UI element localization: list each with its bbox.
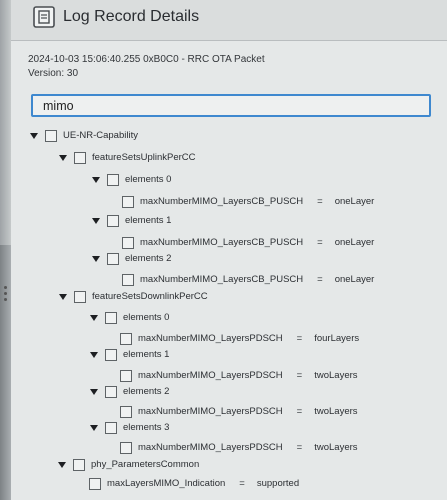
checkbox[interactable] [89,477,101,490]
tree-node-uplink[interactable]: featureSetsUplinkPerCC [59,149,196,164]
tree-leaf-field[interactable]: maxLayersMIMO_Indication = supported [89,475,300,490]
field-name: maxNumberMIMO_LayersPDSCH [138,333,283,345]
expand-arrow-icon[interactable] [59,154,67,161]
tree-node-downlink-element[interactable]: elements 3 [90,419,170,434]
expand-arrow-icon[interactable] [59,293,67,300]
tree-leaf-field[interactable]: maxNumberMIMO_LayersPDSCH = twoLayers [120,403,358,418]
window-title: Log Record Details [63,8,200,25]
field-name: maxNumberMIMO_LayersCB_PUSCH [140,196,304,208]
equals-sign: = [296,442,303,454]
checkbox[interactable] [107,252,119,265]
expand-arrow-icon[interactable] [90,388,98,395]
tree-node-downlink-element[interactable]: elements 1 [90,346,170,361]
expand-arrow-icon[interactable] [30,132,38,139]
checkbox[interactable] [120,332,132,345]
tree-node-label: elements 2 [123,386,170,398]
checkbox[interactable] [122,236,134,249]
log-details-icon [33,6,55,28]
checkbox[interactable] [107,173,119,186]
equals-sign: = [317,237,323,249]
details-panel: 2024-10-03 15:06:40.255 0xB0C0 - RRC OTA… [11,41,447,500]
tree-leaf-field[interactable]: maxNumberMIMO_LayersCB_PUSCH = oneLayer [122,271,375,286]
expand-arrow-icon[interactable] [92,176,100,183]
field-value: fourLayers [314,333,360,345]
equals-sign: = [296,370,303,382]
field-value: twoLayers [314,370,358,382]
tree-node-label: elements 2 [125,253,172,265]
expand-arrow-icon[interactable] [92,217,100,224]
checkbox[interactable] [45,129,57,142]
expand-arrow-icon[interactable] [90,424,98,431]
record-header: 2024-10-03 15:06:40.255 0xB0C0 - RRC OTA… [28,54,265,65]
field-name: maxNumberMIMO_LayersPDSCH [138,442,283,454]
checkbox[interactable] [105,311,117,324]
checkbox[interactable] [120,369,132,382]
tree-node-label: elements 3 [123,422,170,434]
checkbox[interactable] [105,348,117,361]
checkbox[interactable] [74,290,86,303]
checkbox[interactable] [122,195,134,208]
field-name: maxNumberMIMO_LayersCB_PUSCH [140,237,304,249]
resize-grip-dot[interactable] [4,298,7,301]
tree-node-label: elements 0 [125,174,172,186]
tree-node-label: phy_ParametersCommon [91,459,200,471]
checkbox[interactable] [73,458,85,471]
field-value: oneLayer [334,237,375,249]
checkbox[interactable] [120,441,132,454]
field-value: oneLayer [334,274,375,286]
tree-leaf-field[interactable]: maxNumberMIMO_LayersCB_PUSCH = oneLayer [122,234,375,249]
checkbox[interactable] [122,273,134,286]
tree-leaf-field[interactable]: maxNumberMIMO_LayersPDSCH = twoLayers [120,367,358,382]
resize-grip-dot[interactable] [4,292,7,295]
expand-arrow-icon[interactable] [90,351,98,358]
tree-node-phy[interactable]: phy_ParametersCommon [58,456,200,471]
record-version: Version: 30 [28,68,79,79]
tree-node-label: featureSetsUplinkPerCC [92,152,196,164]
equals-sign: = [296,406,303,418]
checkbox[interactable] [105,421,117,434]
tree-node-label: featureSetsDownlinkPerCC [92,291,208,303]
equals-sign: = [317,196,323,208]
title-bar: Log Record Details [11,0,447,41]
field-name: maxNumberMIMO_LayersCB_PUSCH [140,274,304,286]
tree-node-downlink-element[interactable]: elements 2 [90,383,170,398]
left-window-edge [0,0,11,500]
field-value: supported [256,478,300,490]
expand-arrow-icon[interactable] [90,314,98,321]
field-value: twoLayers [314,442,358,454]
tree-leaf-field[interactable]: maxNumberMIMO_LayersPDSCH = twoLayers [120,439,358,454]
tree-node-uplink-element[interactable]: elements 1 [92,212,172,227]
equals-sign: = [317,274,323,286]
tree-node-label: elements 0 [123,312,170,324]
checkbox[interactable] [107,214,119,227]
checkbox[interactable] [105,385,117,398]
field-value: oneLayer [334,196,375,208]
tree-node-downlink-element[interactable]: elements 0 [90,309,170,324]
tree-node-uplink-element[interactable]: elements 0 [92,171,172,186]
tree-node-uplink-element[interactable]: elements 2 [92,250,172,265]
equals-sign: = [296,333,303,345]
expand-arrow-icon[interactable] [92,255,100,262]
tree-node-label: UE-NR-Capability [63,130,138,142]
resize-grip-dot[interactable] [4,286,7,289]
field-value: twoLayers [314,406,358,418]
tree-leaf-field[interactable]: maxNumberMIMO_LayersPDSCH = fourLayers [120,330,360,345]
expand-arrow-icon[interactable] [58,461,66,468]
tree-node-downlink[interactable]: featureSetsDownlinkPerCC [59,288,208,303]
search-input[interactable] [31,94,431,117]
tree-node-label: elements 1 [125,215,172,227]
left-window-edge-shade [0,245,11,500]
checkbox[interactable] [120,405,132,418]
field-name: maxNumberMIMO_LayersPDSCH [138,370,283,382]
checkbox[interactable] [74,151,86,164]
field-name: maxNumberMIMO_LayersPDSCH [138,406,283,418]
tree-node-label: elements 1 [123,349,170,361]
tree-leaf-field[interactable]: maxNumberMIMO_LayersCB_PUSCH = oneLayer [122,193,375,208]
tree-node-root[interactable]: UE-NR-Capability [30,127,138,142]
field-name: maxLayersMIMO_Indication [107,478,226,490]
equals-sign: = [239,478,245,490]
